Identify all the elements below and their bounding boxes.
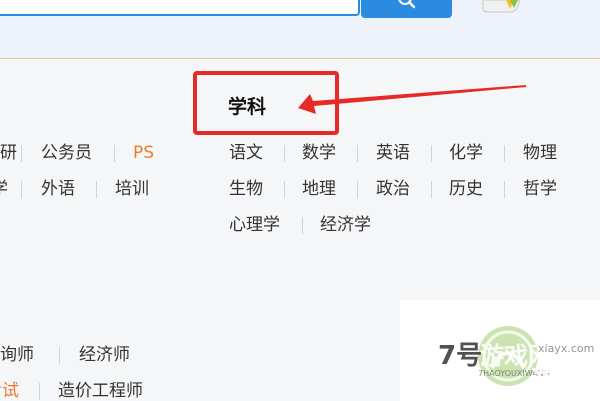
subject-item[interactable]: 英语: [376, 143, 410, 163]
divider: [96, 181, 97, 198]
divider: [284, 181, 285, 198]
left-category-item[interactable]: 培训: [115, 179, 149, 199]
divider: [21, 145, 22, 162]
search-input[interactable]: [0, 0, 360, 16]
watermark-domain: xiayx.com: [538, 342, 594, 355]
divider: [39, 383, 40, 400]
subject-item[interactable]: 政治: [376, 179, 410, 199]
left-category-item[interactable]: 经济师: [79, 345, 130, 365]
search-button[interactable]: [361, 0, 452, 18]
subject-item[interactable]: 语文: [229, 143, 263, 163]
divider: [284, 145, 285, 162]
highlight-box: [193, 71, 339, 135]
watermark-number: 7号: [438, 341, 482, 371]
divider: [21, 181, 22, 198]
subject-item[interactable]: 数学: [302, 143, 336, 163]
subject-item[interactable]: 物理: [523, 143, 557, 163]
subject-item[interactable]: 地理: [302, 179, 336, 199]
left-category-item[interactable]: 考研: [0, 143, 17, 163]
left-category-item[interactable]: 造价工程师: [58, 381, 143, 401]
divider: [357, 145, 358, 162]
search-icon: [398, 0, 416, 9]
divider: [431, 145, 432, 162]
watermark-logo: 7号 游戏网 xiayx.com 7HAOYOUXIWANG 游戏: [438, 326, 594, 394]
divider: [357, 181, 358, 198]
left-category-item[interactable]: 咨询师: [0, 345, 34, 365]
subject-item[interactable]: 生物: [229, 179, 263, 199]
subject-item[interactable]: 化学: [449, 143, 483, 163]
left-category-item[interactable]: PS: [133, 143, 154, 163]
left-category-item[interactable]: 公务员: [41, 143, 92, 163]
divider: [59, 347, 60, 364]
subject-item[interactable]: 历史: [449, 179, 483, 199]
subject-item[interactable]: 哲学: [523, 179, 557, 199]
divider: [302, 217, 303, 234]
left-category-item[interactable]: 留学: [0, 179, 8, 199]
divider: [504, 145, 505, 162]
promo-icon[interactable]: [480, 0, 522, 14]
subject-item[interactable]: 心理学: [229, 215, 280, 235]
left-category-item[interactable]: 外语: [41, 179, 75, 199]
watermark-game: 游戏: [530, 366, 578, 394]
left-category-item[interactable]: 考试: [0, 381, 19, 401]
divider: [431, 181, 432, 198]
divider: [504, 181, 505, 198]
divider: [114, 145, 115, 162]
subject-item[interactable]: 经济学: [320, 215, 371, 235]
